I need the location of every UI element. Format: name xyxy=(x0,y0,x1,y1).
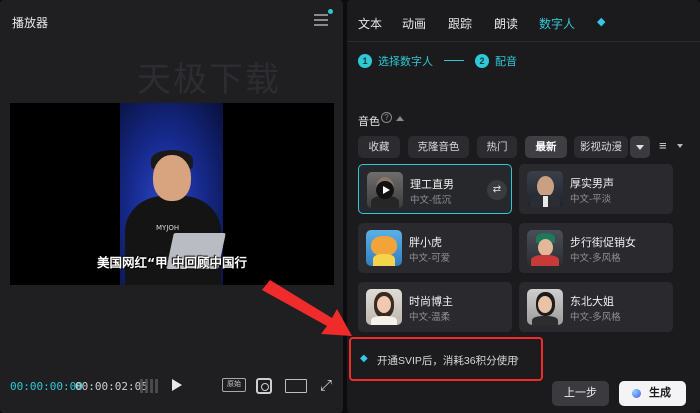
voice-desc: 中文-可爱 xyxy=(409,253,451,264)
vip-diamond-icon: ◆ xyxy=(597,16,606,28)
fullscreen-icon[interactable]: ⤢ xyxy=(320,377,332,394)
video-preview[interactable]: MYJOH 美国网红“甲 中回顾中国行 xyxy=(10,103,334,285)
voice-name: 厚实男声 xyxy=(570,178,614,190)
voice-desc: 中文-温柔 xyxy=(409,312,451,323)
watermark: 天极下载 xyxy=(137,60,281,100)
voice-name: 胖小虎 xyxy=(409,237,442,249)
play-icon[interactable] xyxy=(172,379,182,391)
tab-read-aloud[interactable]: 朗读 xyxy=(494,15,518,32)
voice-card[interactable]: 理工直男 中文-低沉 ⇄ xyxy=(358,164,512,214)
tab-bar: 文本 动画 跟踪 朗读 数字人 ◆ xyxy=(347,0,700,42)
shirt-logo: MYJOH xyxy=(156,224,180,232)
adjust-settings-icon[interactable]: ⇄ xyxy=(487,180,507,200)
svip-notice[interactable]: ◆ 开通SVIP后，消耗36积分使用 › xyxy=(349,337,543,381)
player-title: 播放器 xyxy=(12,16,49,30)
voice-name: 东北大姐 xyxy=(570,296,614,308)
avatar xyxy=(527,289,563,325)
avatar xyxy=(366,230,402,266)
avatar xyxy=(366,289,402,325)
svip-notice-text: 开通SVIP后，消耗36积分使用 xyxy=(377,355,518,367)
step-label: 选择数字人 xyxy=(378,56,433,68)
player-panel: 播放器 天极下载 MYJOH 美国网红“甲 中回顾中国行 00:00:00:00… xyxy=(0,0,343,413)
total-time: 00:00:02:05 xyxy=(75,380,148,393)
play-icon[interactable] xyxy=(367,172,403,208)
step-connector xyxy=(444,60,464,61)
tab-animation[interactable]: 动画 xyxy=(402,15,426,32)
chip-clone-voice[interactable]: 克隆音色 xyxy=(408,136,469,158)
help-icon[interactable]: ? xyxy=(381,112,392,123)
voice-card[interactable]: 时尚博主 中文-温柔 xyxy=(358,282,512,332)
voice-name: 步行街促销女 xyxy=(570,237,636,249)
previous-step-button[interactable]: 上一步 xyxy=(552,381,609,406)
aspect-ratio-button[interactable] xyxy=(285,379,307,393)
voice-desc: 中文-平淡 xyxy=(570,194,612,205)
chip-hot[interactable]: 热门 xyxy=(477,136,517,158)
diamond-icon: ◆ xyxy=(360,353,368,364)
chevron-right-icon: › xyxy=(515,351,519,365)
filter-icon[interactable]: ≡ xyxy=(659,138,667,153)
generate-button[interactable]: 生成 xyxy=(619,381,686,406)
notification-dot xyxy=(328,9,333,14)
chips-more-dropdown[interactable] xyxy=(630,136,650,158)
voice-card[interactable]: 胖小虎 中文-可爱 xyxy=(358,223,512,273)
video-caption: 美国网红“甲 中回顾中国行 xyxy=(96,255,248,270)
snapshot-icon[interactable] xyxy=(256,378,272,394)
voice-name: 时尚博主 xyxy=(409,296,453,308)
tab-tracking[interactable]: 跟踪 xyxy=(448,15,472,32)
filter-caret-icon[interactable] xyxy=(677,144,683,148)
generate-orb-icon xyxy=(632,389,641,398)
voice-desc: 中文-多风格 xyxy=(570,312,621,323)
voice-desc: 中文-低沉 xyxy=(410,195,452,206)
voice-desc: 中文-多风格 xyxy=(570,253,621,264)
menu-icon[interactable] xyxy=(314,14,328,26)
generate-label: 生成 xyxy=(649,387,671,399)
step-select-avatar[interactable]: 1 选择数字人 xyxy=(358,53,433,69)
step-dubbing[interactable]: 2 配音 xyxy=(475,53,517,69)
collapse-caret-icon[interactable] xyxy=(396,116,404,121)
timeline-grid-icon[interactable] xyxy=(140,379,158,393)
voice-card[interactable]: 东北大姐 中文-多风格 xyxy=(519,282,673,332)
chip-latest[interactable]: 最新 xyxy=(525,136,567,158)
voice-name: 理工直男 xyxy=(410,179,454,191)
chip-favorites[interactable]: 收藏 xyxy=(358,136,400,158)
tab-digital-human[interactable]: 数字人 xyxy=(539,15,575,32)
step-label: 配音 xyxy=(495,56,517,68)
presenter-head xyxy=(153,155,191,201)
voice-card[interactable]: 厚实男声 中文-平淡 xyxy=(519,164,673,214)
chip-film-anime[interactable]: 影视动漫 xyxy=(574,136,628,158)
tab-text[interactable]: 文本 xyxy=(358,15,382,32)
avatar xyxy=(527,230,563,266)
original-ratio-button[interactable]: 原始 xyxy=(222,378,246,392)
voice-section-label: 音色 xyxy=(358,116,380,128)
current-time: 00:00:00:00 xyxy=(10,380,83,393)
avatar xyxy=(527,171,563,207)
voice-card[interactable]: 步行街促销女 中文-多风格 xyxy=(519,223,673,273)
